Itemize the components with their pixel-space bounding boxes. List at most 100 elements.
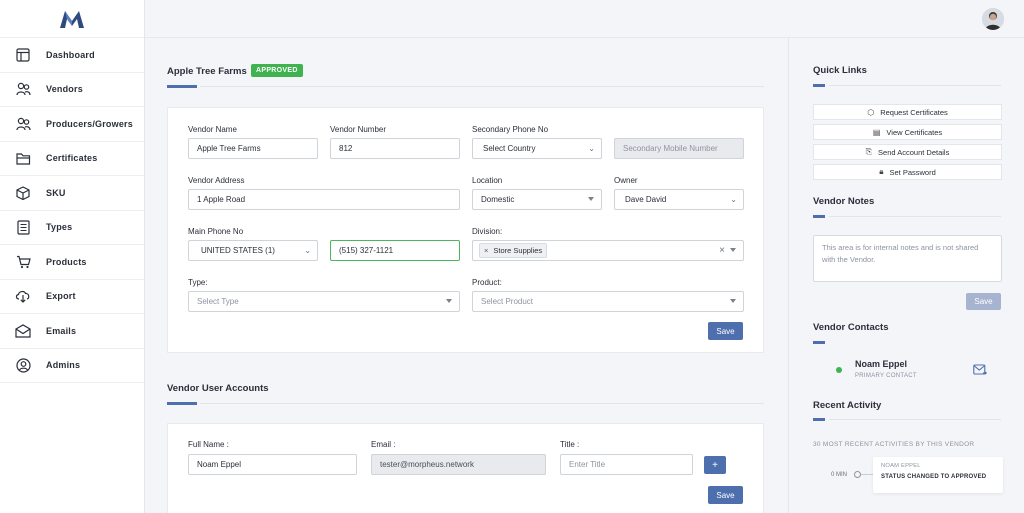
save-user-button[interactable]: Save (708, 486, 743, 504)
save-notes-button[interactable]: Save (966, 293, 1001, 310)
chevron-down-icon: ⌄ (730, 195, 737, 204)
owner-select[interactable]: Dave David ⌄ (614, 189, 744, 210)
save-vendor-button[interactable]: Save (708, 322, 743, 340)
divider (829, 85, 1001, 86)
sidebar-item-label: Admins (46, 360, 81, 371)
envelope-icon (14, 322, 32, 340)
caret-down-icon (588, 197, 594, 201)
sidebar-item-label: Certificates (46, 153, 98, 164)
box-icon (14, 184, 32, 202)
lock-icon: 🔒︎ (879, 167, 884, 176)
quick-link-view-certificates[interactable]: ▤ View Certificates (813, 124, 1002, 140)
email-field[interactable]: tester@morpheus.network (371, 454, 546, 475)
vendor-notes-textarea[interactable]: This area is for internal notes and is n… (813, 235, 1002, 282)
division-multiselect[interactable]: × Store Supplies × (472, 240, 744, 261)
location-label: Location (472, 176, 503, 185)
activity-subtitle: 30 MOST RECENT ACTIVITIES BY THIS VENDOR (813, 441, 975, 448)
sidebar-item-products[interactable]: Products (0, 245, 144, 280)
remove-tag-icon[interactable]: × (484, 246, 488, 255)
vendor-address-label: Vendor Address (188, 176, 245, 185)
type-placeholder: Select Type (197, 297, 239, 306)
division-tag[interactable]: × Store Supplies (479, 243, 548, 258)
status-badge: APPROVED (251, 64, 303, 77)
caret-down-icon (446, 299, 452, 303)
sidebar-item-label: Emails (46, 325, 77, 336)
chevron-down-icon: ⌄ (588, 144, 595, 153)
sidebar-item-label: Products (46, 256, 87, 267)
timeline-dot (854, 471, 861, 478)
quick-links-title: Quick Links (813, 65, 867, 76)
main-country-select[interactable]: UNITED STATES (1) ⌄ (188, 240, 318, 261)
sidebar-item-types[interactable]: Types (0, 211, 144, 245)
activity-card[interactable]: NOAM EPPEL STATUS CHANGED TO APPROVED (873, 457, 1003, 493)
type-select[interactable]: Select Type (188, 291, 460, 312)
download-cloud-icon (14, 287, 32, 305)
sidebar-item-export[interactable]: Export (0, 280, 144, 314)
secondary-country-select[interactable]: Select Country ⌄ (472, 138, 602, 159)
caret-down-icon (730, 248, 736, 252)
send-icon: ⎘ (865, 147, 873, 156)
clear-icon[interactable]: × (719, 245, 725, 256)
vendor-name-input[interactable]: Apple Tree Farms (188, 138, 318, 159)
divider (200, 86, 764, 87)
product-select[interactable]: Select Product (472, 291, 744, 312)
quick-link-label: Send Account Details (878, 147, 950, 157)
product-placeholder: Select Product (481, 297, 534, 306)
activity-text: STATUS CHANGED TO APPROVED (881, 474, 987, 480)
contact-name[interactable]: Noam Eppel (855, 359, 907, 369)
top-bar (145, 0, 1024, 38)
division-label: Division: (472, 227, 503, 236)
main-content: Apple Tree Farms APPROVED Vendor Name Ap… (145, 38, 788, 513)
main-phone-label: Main Phone No (188, 227, 244, 236)
location-select[interactable]: Domestic (472, 189, 602, 210)
right-panel: Quick Links ⬡ Request Certificates ▤ Vie… (788, 38, 1024, 513)
title-underline (167, 85, 197, 88)
sidebar-item-vendors[interactable]: Vendors (0, 73, 144, 107)
owner-value: Dave David (625, 195, 667, 204)
vendor-title: Apple Tree Farms (167, 66, 247, 77)
avatar[interactable] (982, 8, 1004, 30)
caret-down-icon (730, 299, 736, 303)
sidebar-item-certificates[interactable]: Certificates (0, 142, 144, 176)
quick-link-send-account-details[interactable]: ⎘ Send Account Details (813, 144, 1002, 160)
secondary-country-value: Select Country (483, 144, 536, 153)
folder-icon (14, 149, 32, 167)
vendor-address-input[interactable]: 1 Apple Road (188, 189, 460, 210)
full-name-label: Full Name : (188, 440, 229, 449)
title-input[interactable]: Enter Title (560, 454, 693, 475)
title-underline (813, 341, 825, 344)
contact-role: PRIMARY CONTACT (855, 373, 917, 379)
sidebar-item-producers-growers[interactable]: Producers/Growers (0, 107, 144, 142)
timeline-connector (861, 474, 873, 475)
online-status-dot (836, 367, 842, 373)
product-label: Product: (472, 278, 502, 287)
quick-link-request-certificates[interactable]: ⬡ Request Certificates (813, 104, 1002, 120)
vendor-details-card: Vendor Name Apple Tree Farms Vendor Numb… (167, 107, 764, 353)
quick-link-label: View Certificates (886, 127, 943, 137)
quick-link-label: Request Certificates (880, 107, 948, 117)
title-underline (813, 84, 825, 87)
users-icon (14, 115, 32, 133)
sidebar-item-label: Export (46, 291, 76, 302)
cart-icon (14, 253, 32, 271)
vendor-number-label: Vendor Number (330, 125, 387, 134)
sidebar-item-admins[interactable]: Admins (0, 349, 144, 383)
send-email-icon[interactable] (973, 363, 988, 381)
full-name-input[interactable]: Noam Eppel (188, 454, 357, 475)
divider (829, 216, 1001, 217)
location-value: Domestic (481, 195, 515, 204)
sidebar-item-dashboard[interactable]: Dashboard (0, 38, 144, 73)
layout-icon (14, 46, 32, 64)
main-phone-input[interactable]: (515) 327-1121 (330, 240, 460, 261)
sidebar-item-emails[interactable]: Emails (0, 314, 144, 349)
app-logo[interactable] (0, 0, 144, 38)
secondary-mobile-input[interactable]: Secondary Mobile Number (614, 138, 744, 159)
quick-link-set-password[interactable]: 🔒︎ Set Password (813, 164, 1002, 180)
vendor-number-input[interactable]: 812 (330, 138, 460, 159)
secondary-phone-label: Secondary Phone No (472, 125, 549, 134)
title-underline (167, 402, 197, 405)
user-circle-icon (14, 356, 32, 374)
sidebar-item-sku[interactable]: SKU (0, 176, 144, 211)
sidebar-item-label: SKU (46, 187, 66, 198)
add-user-button[interactable]: + (704, 456, 726, 474)
